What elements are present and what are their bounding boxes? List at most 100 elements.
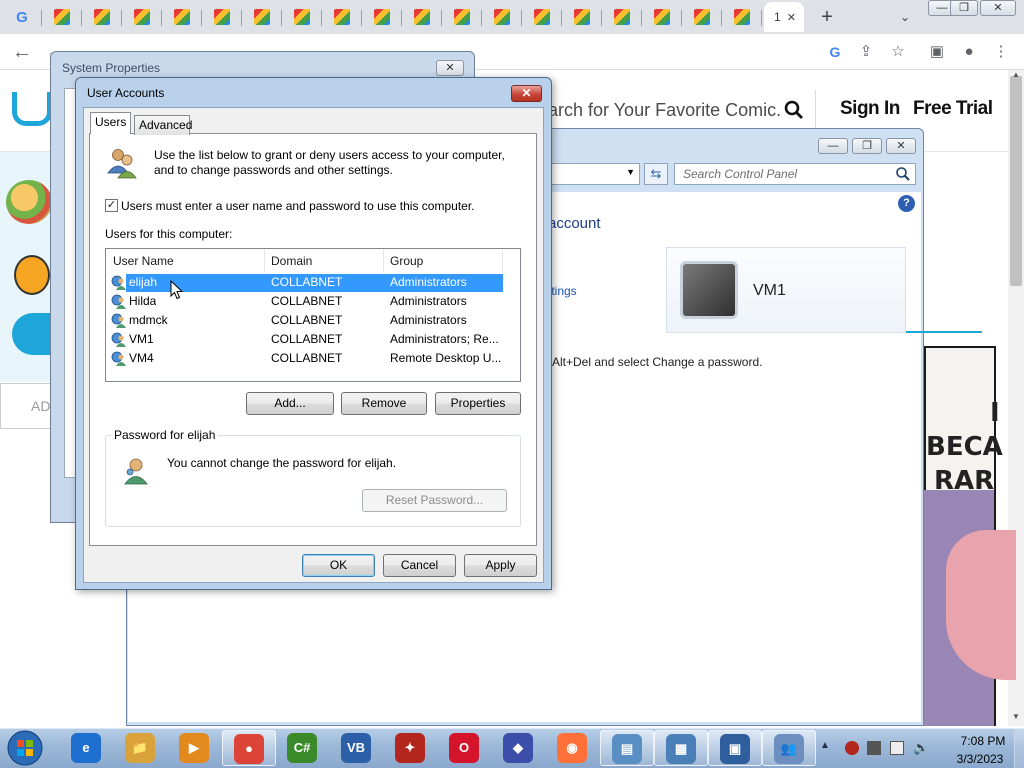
back-arrow-icon[interactable]: ←: [10, 40, 34, 64]
clock-time[interactable]: 7:08 PM: [953, 734, 1013, 748]
free-trial-link[interactable]: Free Trial: [913, 98, 993, 120]
help-icon[interactable]: ?: [898, 195, 915, 212]
browser-tab[interactable]: [642, 2, 682, 32]
scroll-up-arrow-icon[interactable]: ▲: [1008, 70, 1024, 84]
browser-tab[interactable]: [682, 2, 722, 32]
comic-favicon-icon: [54, 9, 70, 25]
close-button[interactable]: ✕: [436, 60, 464, 76]
taskbar-app-button[interactable]: C#: [276, 730, 330, 766]
column-header-group[interactable]: Group: [384, 250, 503, 272]
garfield-comic-icon[interactable]: [14, 255, 50, 295]
profile-avatar-icon[interactable]: ●: [958, 41, 980, 63]
taskbar-app-button[interactable]: ◉: [546, 730, 600, 766]
taskbar-app-button[interactable]: ▤: [600, 730, 654, 766]
taskbar-app-button[interactable]: O: [438, 730, 492, 766]
cp-settings-link[interactable]: ttings: [548, 284, 577, 298]
browser-tab-google[interactable]: G: [2, 2, 42, 32]
share-icon[interactable]: ⇪: [855, 41, 877, 63]
browser-tab[interactable]: [562, 2, 602, 32]
browser-tab[interactable]: [162, 2, 202, 32]
column-header-user-name[interactable]: User Name: [107, 250, 265, 272]
taskbar-app-button[interactable]: ◆: [492, 730, 546, 766]
new-tab-button[interactable]: +: [816, 6, 838, 28]
site-search-input[interactable]: arch for Your Favorite Comic.: [548, 90, 816, 130]
remove-user-button[interactable]: Remove: [341, 392, 427, 415]
security-tray-icon[interactable]: [845, 741, 859, 755]
browser-tab[interactable]: [522, 2, 562, 32]
scrollbar-thumb[interactable]: [1010, 76, 1022, 286]
chevron-down-icon[interactable]: ▼: [626, 167, 635, 177]
site-logo-icon[interactable]: [12, 92, 52, 126]
browser-tab[interactable]: [442, 2, 482, 32]
taskbar-app-button[interactable]: 📁: [114, 730, 168, 766]
search-icon[interactable]: [895, 166, 911, 182]
browser-tab[interactable]: [282, 2, 322, 32]
browser-menu-icon[interactable]: ⋮: [990, 41, 1012, 63]
clock-date[interactable]: 3/3/2023: [948, 752, 1012, 766]
taskbar-app-button[interactable]: e: [60, 730, 114, 766]
browser-tab[interactable]: [82, 2, 122, 32]
taskbar-app-button[interactable]: ▶: [168, 730, 222, 766]
google-lens-icon[interactable]: G: [824, 41, 846, 63]
browser-tab[interactable]: [122, 2, 162, 32]
tab-users[interactable]: Users: [90, 112, 131, 134]
table-row[interactable]: elijah COLLABNET Administrators: [107, 273, 503, 292]
tab-search-button[interactable]: ⌄: [895, 6, 915, 28]
ok-button[interactable]: OK: [302, 554, 375, 577]
require-login-checkbox[interactable]: ✓: [105, 199, 118, 212]
browser-maximize-button[interactable]: ❐: [950, 0, 978, 16]
column-header-domain[interactable]: Domain: [265, 250, 384, 272]
taskbar-app-button[interactable]: ▣: [708, 730, 762, 766]
add-user-button[interactable]: Add...: [246, 392, 334, 415]
browser-tab[interactable]: [402, 2, 442, 32]
require-login-label[interactable]: Users must enter a user name and passwor…: [121, 199, 475, 213]
side-panel-icon[interactable]: ▣: [926, 41, 948, 63]
taskbar-app-button[interactable]: 👥: [762, 730, 816, 766]
cp-search-input[interactable]: Search Control Panel: [674, 163, 916, 185]
browser-tab[interactable]: [42, 2, 82, 32]
browser-tab[interactable]: [482, 2, 522, 32]
search-icon[interactable]: [784, 100, 804, 120]
cp-minimize-button[interactable]: —: [818, 138, 848, 154]
network-tray-icon[interactable]: [867, 741, 881, 755]
browser-tab[interactable]: [722, 2, 762, 32]
browser-tab[interactable]: [602, 2, 642, 32]
start-button-icon[interactable]: [4, 729, 46, 767]
refresh-icon[interactable]: ⇆: [644, 163, 668, 185]
taskbar-app-button[interactable]: VB: [330, 730, 384, 766]
sign-in-link[interactable]: Sign In: [840, 98, 900, 120]
tab-advanced[interactable]: Advanced: [134, 115, 192, 135]
show-hidden-icons-icon[interactable]: ▲: [820, 740, 830, 751]
sandwich-comic-icon[interactable]: [6, 180, 52, 224]
reset-password-button[interactable]: Reset Password...: [362, 489, 507, 512]
cp-maximize-button[interactable]: ❐: [852, 138, 882, 154]
cancel-button[interactable]: Cancel: [383, 554, 456, 577]
cp-close-button[interactable]: ✕: [886, 138, 916, 154]
browser-close-button[interactable]: ✕: [980, 0, 1016, 16]
table-row[interactable]: VM4 COLLABNET Remote Desktop U...: [107, 349, 503, 368]
volume-icon[interactable]: 🔈: [913, 741, 929, 755]
table-row[interactable]: mdmck COLLABNET Administrators: [107, 311, 503, 330]
table-row[interactable]: Hilda COLLABNET Administrators: [107, 292, 503, 311]
cell-user-name: Hilda: [129, 294, 157, 308]
mouse-cursor-icon: [170, 280, 184, 300]
action-center-flag-icon[interactable]: [890, 741, 904, 755]
browser-tab[interactable]: [202, 2, 242, 32]
taskbar-app-button[interactable]: ▦: [654, 730, 708, 766]
show-desktop-button[interactable]: [1014, 729, 1024, 768]
browser-tab[interactable]: [322, 2, 362, 32]
cp-address-bar[interactable]: ▼: [548, 163, 640, 185]
close-button[interactable]: ✕: [511, 85, 542, 102]
browser-tab[interactable]: [242, 2, 282, 32]
scroll-down-arrow-icon[interactable]: ▼: [1008, 712, 1024, 726]
apply-button[interactable]: Apply: [464, 554, 537, 577]
taskbar-app-button[interactable]: ✦: [384, 730, 438, 766]
taskbar-app-button[interactable]: ●: [222, 730, 276, 766]
properties-button[interactable]: Properties: [435, 392, 521, 415]
table-row[interactable]: VM1 COLLABNET Administrators; Re...: [107, 330, 503, 349]
browser-tab-active[interactable]: 1 ✕: [764, 2, 804, 32]
bookmark-star-icon[interactable]: ☆: [887, 41, 909, 63]
browser-tab[interactable]: [362, 2, 402, 32]
cell-group: Administrators: [390, 313, 467, 327]
close-tab-icon[interactable]: ✕: [787, 11, 796, 24]
